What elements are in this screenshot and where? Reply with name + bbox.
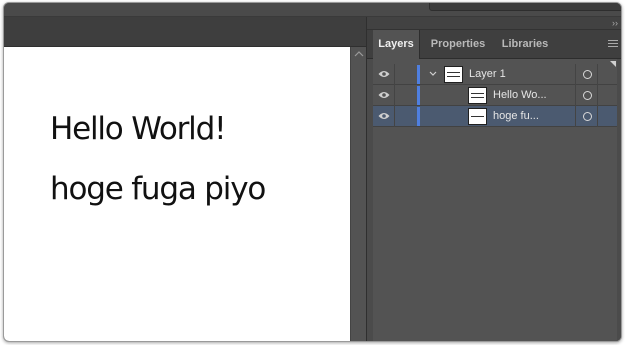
target-circle-icon[interactable] [583,112,592,121]
right-panel-dock: ›› Layers Properties Libraries Layer 1 H… [366,17,621,341]
double-chevron-right-icon[interactable]: ›› [612,17,618,30]
visibility-toggle[interactable] [373,106,395,127]
layer-row-hello-world[interactable]: Hello Wo... [373,85,618,106]
vertical-scrollbar[interactable] [350,47,366,341]
eye-icon[interactable] [378,70,390,78]
control-bar-field[interactable] [429,3,621,11]
layer-thumbnail [468,108,487,125]
selection-cell[interactable] [597,85,618,106]
chevron-up-icon[interactable] [354,50,364,58]
layer-color-bar [417,86,420,105]
hamburger-menu-icon[interactable] [608,40,618,49]
layers-panel: Layer 1 Hello Wo... hoge fu... [373,59,618,341]
document-tab-bar [4,17,366,47]
visibility-toggle[interactable] [373,64,395,85]
panel-collapse-strip[interactable]: ›› [367,17,621,30]
tab-libraries[interactable]: Libraries [496,30,554,59]
tab-layers[interactable]: Layers [373,30,420,59]
canvas-text-hoge[interactable]: hoge fuga piyo [50,171,266,207]
selection-cell[interactable] [597,64,618,85]
target-circle-icon[interactable] [583,91,592,100]
app-window: Hello World! hoge fuga piyo ›› Layers Pr… [3,2,622,342]
layer-name[interactable]: hoge fu... [493,106,539,127]
eye-icon[interactable] [378,91,390,99]
layer-thumbnail [468,87,487,104]
layer-color-bar [417,107,420,126]
panel-tab-bar: Layers Properties Libraries [367,30,621,59]
lock-toggle[interactable] [395,85,417,106]
eye-icon[interactable] [378,112,390,120]
document-area: Hello World! hoge fuga piyo [4,17,366,341]
lock-toggle[interactable] [395,64,417,85]
target-circle-icon[interactable] [583,70,592,79]
layer-row-hoge-fuga[interactable]: hoge fu... [373,106,618,127]
layer-thumbnail [444,66,463,83]
layers-list: Layer 1 Hello Wo... hoge fu... [373,64,618,127]
canvas-text-hello[interactable]: Hello World! [50,111,226,147]
chevron-down-icon[interactable] [428,68,438,84]
control-bar [4,3,621,17]
layer-name[interactable]: Hello Wo... [493,85,547,106]
target-cell[interactable] [575,106,597,127]
artboard-canvas[interactable]: Hello World! hoge fuga piyo [4,47,350,341]
layer-color-bar [417,65,420,84]
target-cell[interactable] [575,85,597,106]
layer-name[interactable]: Layer 1 [469,64,506,85]
selection-cell[interactable] [597,106,618,127]
target-cell[interactable] [575,64,597,85]
panel-scrollbar[interactable] [617,59,621,341]
visibility-toggle[interactable] [373,85,395,106]
tab-properties[interactable]: Properties [424,30,492,59]
lock-toggle[interactable] [395,106,417,127]
layer-row-layer-1[interactable]: Layer 1 [373,64,618,85]
